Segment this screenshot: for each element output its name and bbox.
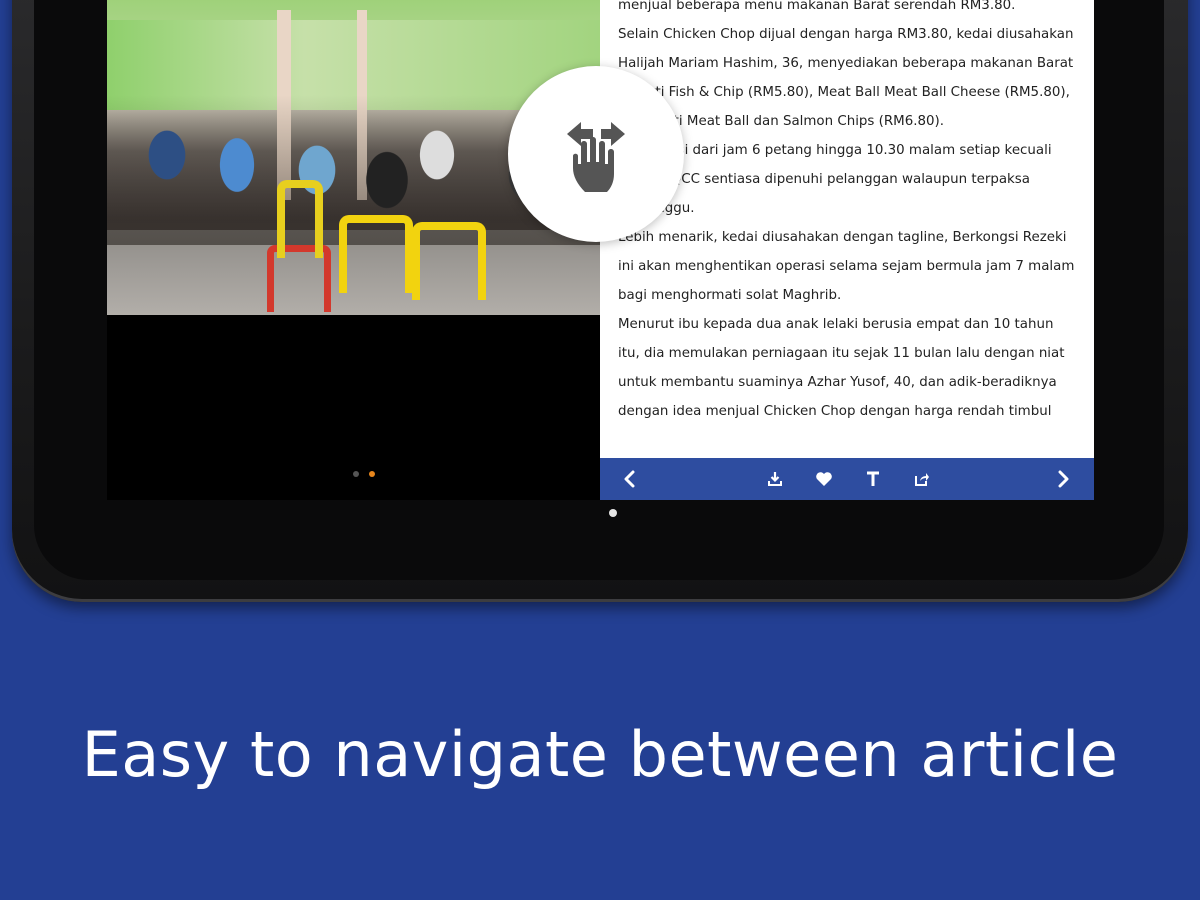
- home-indicator: [609, 509, 617, 517]
- favorite-button[interactable]: [812, 458, 836, 500]
- download-button[interactable]: [763, 458, 787, 500]
- article-body[interactable]: menjual beberapa menu makanan Barat sere…: [600, 0, 1094, 458]
- article-paragraph: Lebih menarik, kedai diusahakan dengan t…: [618, 230, 1075, 303]
- previous-article-button[interactable]: [618, 458, 640, 500]
- heart-icon: [816, 472, 832, 486]
- gallery-page-indicator: [353, 471, 375, 477]
- chevron-right-icon: [1058, 470, 1069, 488]
- text-size-button[interactable]: [862, 458, 884, 500]
- share-icon: [915, 473, 929, 486]
- article-paragraph: Menurut ibu kepada dua anak lelaki berus…: [618, 317, 1065, 419]
- article-paragraph: an operasi dari jam 6 petang hingga 10.3…: [618, 143, 1052, 216]
- next-article-button[interactable]: [1053, 458, 1075, 500]
- download-icon: [768, 472, 782, 486]
- chevron-left-icon: [624, 470, 635, 488]
- swipe-hand-icon: [567, 122, 625, 192]
- article-text: menjual beberapa menu makanan Barat sere…: [600, 0, 1094, 426]
- swipe-gesture-hint: [508, 66, 684, 242]
- article-paragraph: menjual beberapa menu makanan Barat sere…: [618, 0, 1016, 13]
- promo-caption: Easy to navigate between article: [81, 718, 1119, 791]
- image-pane: [107, 0, 600, 500]
- page-dot[interactable]: [353, 471, 359, 477]
- text-size-icon: [867, 471, 879, 486]
- page-dot-active[interactable]: [369, 471, 375, 477]
- article-paragraph: Selain Chicken Chop dijual dengan harga …: [618, 27, 1074, 129]
- share-button[interactable]: [910, 458, 934, 500]
- article-toolbar: [600, 458, 1094, 500]
